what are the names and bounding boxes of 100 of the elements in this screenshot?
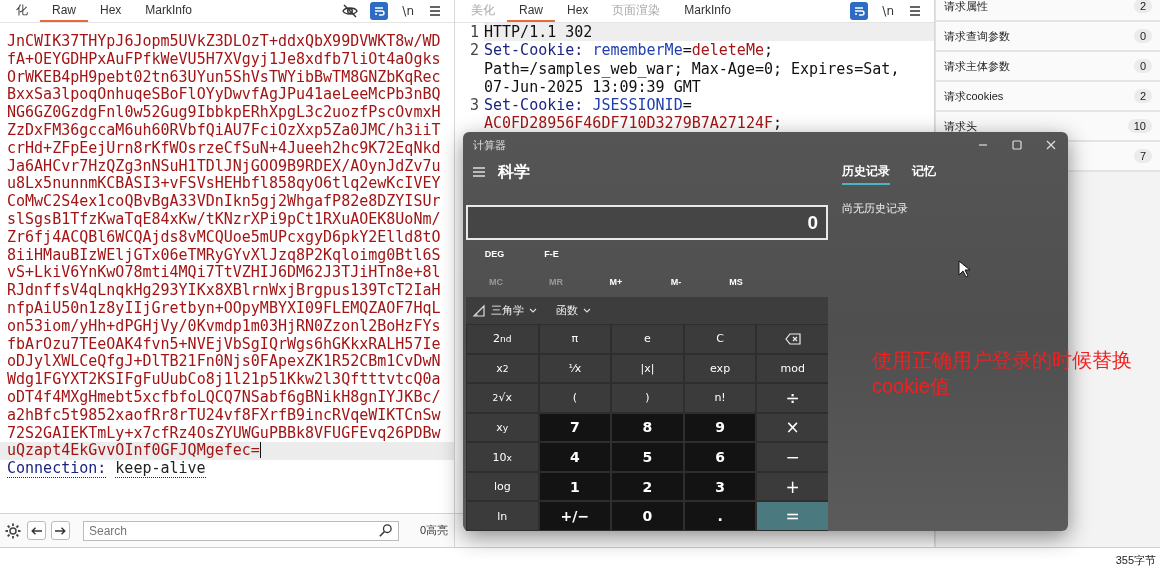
calculator-key[interactable] [757,325,828,353]
calculator-key[interactable]: 0 [612,502,683,530]
calculator-key[interactable]: e [612,325,683,353]
angle-unit-button[interactable]: DEG [466,243,523,265]
code-line: BxxSa3lpoqOnhuqeSBoFlOYyDwvfAgJPu41aeLeeMcPb3nBQ [6,86,442,105]
code-line: oDJylXWLCeQfgJ+DlTB21Fn0Njs0FApexZK1R52CBm1CvDwN [6,353,442,372]
count-badge: 0 [1133,29,1152,43]
calculator-key[interactable]: . [684,502,756,530]
newline-toggle[interactable]: \n [400,3,416,19]
calculator-key[interactable]: |x| [612,354,683,383]
calculator-key[interactable]: ( [539,384,611,412]
notation-button[interactable]: F-E [523,243,580,265]
list-item[interactable]: 请求主体参数 0 [936,52,1160,82]
maximize-icon [1010,138,1024,152]
calculator-key[interactable]: 8 [612,413,683,442]
code-line: fA+OEYGDHPxAuFPfkWeVU5H7XVgyj1Je8xdfb7liOt4aOgks [6,50,442,69]
calculator-key[interactable]: 7 [539,413,611,442]
wrap-icon[interactable] [370,2,389,20]
left-arrow-icon [31,526,42,535]
code-line: CoMwC2S4ex1coQBvBgA33VDnIkn5gj2WhgafP82e8DZYISUr [6,193,442,211]
memory-button[interactable]: M- [646,271,706,293]
tab[interactable]: Raw [40,0,88,22]
settings-icon[interactable] [4,521,22,540]
calculator-key[interactable]: 5 [612,443,683,471]
calculator-key[interactable]: × [757,413,828,442]
code-line: JnCWIK37THYpJ6Jopm5UVkZ3DLOzT+ddxQbX99DVWKT8w/WD [6,33,442,51]
calculator-key[interactable]: C [684,325,756,353]
line-number: 1 [455,23,484,42]
memory-button[interactable]: M+ [586,271,646,293]
calculator-key[interactable]: − [757,443,828,471]
chevron-down-icon [529,307,537,314]
calculator-key[interactable]: + [757,472,828,501]
item-label: 请求属性 [944,0,988,14]
item-label: 请求头 [944,118,977,134]
list-item[interactable]: 请求属性 2 [936,0,1160,22]
calculator-key[interactable]: ÷ [757,384,828,412]
code-line: OrWKEB4pH9pebt02tn63UYun5ShVsTWYibBwTM8GNZbKqRec [6,68,442,87]
code-line: slSgsB1TfzKwaTqE84xKw/tKNzrXPi9pCt1RXuAOEK8UoNm/ [6,210,442,229]
highlight-count: 0高亮 [419,523,448,538]
calculator-key[interactable]: n! [684,384,756,412]
calculator-key[interactable]: ) [612,384,683,412]
tab[interactable]: MarkInfo [672,0,744,22]
forward-button[interactable] [51,521,70,540]
code-line: crHd+ZFpEejUrn8rKfWOsrzeCfSuN+4Jueeh2hc9K72EqNkd [6,139,442,158]
empty-history-text: 尚无历史记录 [842,201,909,216]
header-name: Connection: [7,459,107,479]
byte-count: 355字节 [1115,552,1156,568]
tab[interactable]: Hex [555,0,601,22]
memory-button[interactable]: MS [706,271,766,293]
code-line: 8iiHMauBIzWEljGTx06eTMRyGYvXlJzq8P2Kqloimg0Btl6S [6,246,442,265]
text-cursor [259,442,262,459]
eye-off-icon[interactable] [342,3,359,19]
tab[interactable]: MarkInfo [133,0,205,22]
tab[interactable]: 化 [4,0,40,22]
backspace-icon [784,332,801,345]
calculator-key[interactable]: exp [684,354,756,383]
calculator-key[interactable]: 9 [684,413,756,442]
list-item[interactable]: 请求查询参数 0 [936,22,1160,52]
code-line: vS+LkiV6YnKwO78mti4MQi7TtVZHIJ6DM62J3TJiHTn8e+8l [6,264,442,283]
tab[interactable]: 记忆 [912,159,936,185]
code-line: Wdg1FGYXT2KSIFgFuUubCo8j1l21p51Kkw2l3QftttvtcQ0a [6,371,442,389]
code-line: Path=/samples_web_war; Max-Age=0; Expires=Sat, [484,59,901,78]
search-field[interactable]: Search [83,520,399,541]
calculator-key[interactable]: ln [467,502,538,530]
count-badge: 0 [1133,59,1152,73]
wrap-icon[interactable] [850,2,869,20]
calculator-key[interactable]: = [757,502,828,530]
menu-icon[interactable] [472,166,486,178]
calculator-key[interactable]: +/− [539,502,611,530]
newline-toggle[interactable]: \n [880,3,896,19]
display-value: 0 [807,211,818,234]
mouse-pointer-icon [958,260,970,278]
tab[interactable]: 历史记录 [842,159,890,185]
calculator-key[interactable]: 1 [539,472,611,501]
right-arrow-icon [55,526,66,535]
menu-icon[interactable] [908,4,922,18]
code-line: Set-Cookie: rememberMe=deleteMe; [484,41,774,60]
back-button[interactable] [27,521,46,540]
code-line: ZzDxFM36gccaM6uh60RVbfQiAU7FciOzXxp5Za0JMC/h3iiT [6,122,442,140]
code-line: fbArOzu7TEeOAK4fvn5+NVEjVbSgIQrWgs6hGKkxRALH57Ie [6,335,442,354]
calculator-key[interactable]: mod [757,354,828,383]
code-line: HTTP/1.1 302 [484,23,594,42]
close-icon [1044,138,1058,152]
list-item[interactable]: 请求cookies 2 [936,82,1160,112]
calculator-key[interactable]: π [539,325,611,353]
calculator-key[interactable]: 3 [684,472,756,501]
code-line: AC0FD28956F46DF710D3279B7A27124F; [484,114,783,133]
calculator-key[interactable]: ¹⁄x [539,354,611,383]
function-menu[interactable]: 函数 [551,303,591,318]
code-line: a2hBfc5t9852xaofRr8rTU24vf8FXrfB9incRVqeWIKTCnSw [6,406,442,425]
calculator-key[interactable]: log [467,472,538,501]
chevron-down-icon [583,307,591,314]
code-line: 72S2GAIEKTmLy+x7cfRz4OsZYUWGuPBBk8VFUGFEvq26PDBw [6,424,442,443]
header-value: keep-alive [115,459,206,479]
trigonometry-menu[interactable]: 三角学 [472,303,537,318]
tab[interactable]: Hex [88,0,134,22]
calculator-key[interactable]: 4 [539,443,611,471]
calculator-key[interactable]: 2 [612,472,683,501]
calculator-key[interactable]: 6 [684,443,756,471]
menu-icon[interactable] [428,4,442,18]
